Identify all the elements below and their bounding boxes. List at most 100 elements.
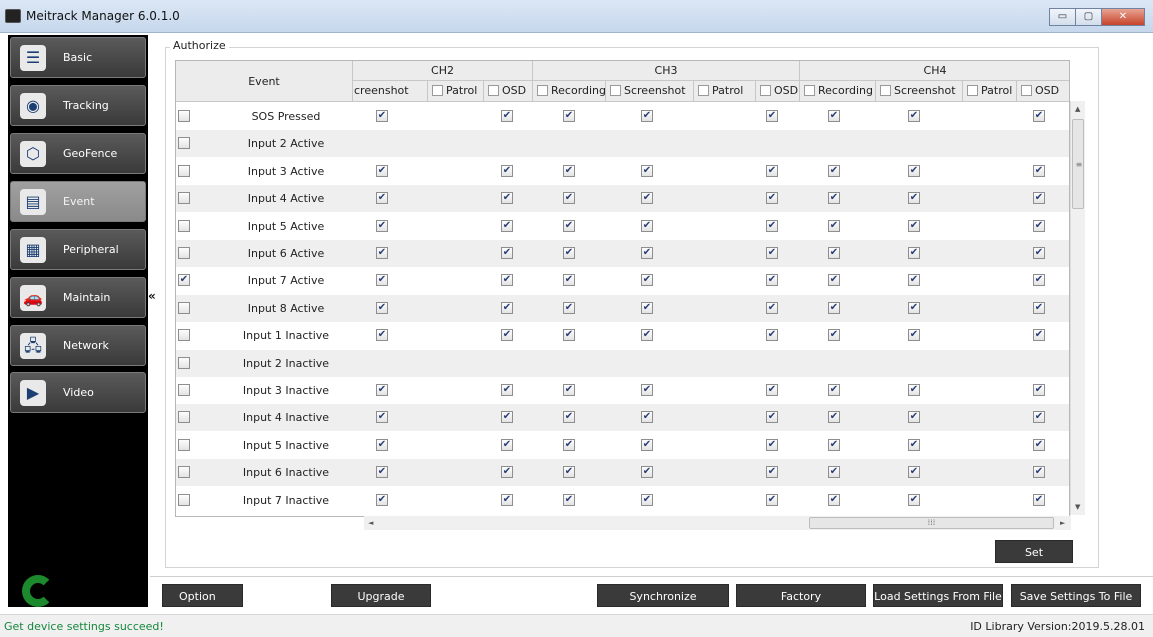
table-row[interactable]: Input 6 Active ✔ ✔ ✔ ✔ ✔ ✔ ✔ ✔	[176, 240, 1069, 267]
permission-checkbox[interactable]: ✔	[766, 110, 778, 122]
sidebar-item-geofence[interactable]: ⬡ GeoFence	[10, 133, 146, 174]
permission-checkbox[interactable]: ✔	[563, 438, 575, 451]
permission-checkbox[interactable]: ✔	[908, 493, 920, 506]
permission-checkbox[interactable]: ✔	[376, 192, 388, 205]
table-row[interactable]: Input 3 Active ✔ ✔ ✔ ✔ ✔ ✔ ✔ ✔	[176, 158, 1069, 185]
table-row[interactable]: Input 5 Inactive ✔ ✔ ✔ ✔ ✔ ✔ ✔ ✔	[176, 432, 1069, 459]
permission-checkbox[interactable]: ✔	[563, 301, 575, 314]
table-row[interactable]: Input 2 Inactive	[176, 349, 1069, 377]
scroll-left-icon[interactable]: ◄	[368, 519, 373, 527]
sidebar-item-tracking[interactable]: ◉ Tracking	[10, 85, 146, 126]
permission-checkbox[interactable]: ✔	[641, 411, 653, 424]
permission-checkbox[interactable]: ✔	[908, 384, 920, 396]
permission-checkbox[interactable]: ✔	[641, 247, 653, 259]
permission-checkbox[interactable]: ✔	[908, 329, 920, 342]
scroll-down-icon[interactable]: ▼	[1075, 503, 1080, 511]
permission-checkbox[interactable]: ✔	[1033, 466, 1045, 479]
option-button[interactable]: Option	[162, 584, 243, 607]
permission-checkbox[interactable]: ✔	[1033, 247, 1045, 259]
table-row[interactable]: ✔ Input 7 Active ✔ ✔ ✔ ✔ ✔ ✔ ✔ ✔	[176, 267, 1069, 294]
permission-checkbox[interactable]: ✔	[641, 301, 653, 314]
permission-checkbox[interactable]: ✔	[908, 219, 920, 232]
table-row[interactable]: Input 6 Inactive ✔ ✔ ✔ ✔ ✔ ✔ ✔ ✔	[176, 459, 1069, 487]
column-header-ch2-patrol[interactable]: Patrol	[428, 81, 484, 102]
permission-checkbox[interactable]: ✔	[376, 438, 388, 451]
permission-checkbox[interactable]: ✔	[908, 466, 920, 479]
permission-checkbox[interactable]: ✔	[641, 164, 653, 177]
permission-checkbox[interactable]: ✔	[766, 438, 778, 451]
permission-checkbox[interactable]: ✔	[501, 247, 513, 259]
upgrade-button[interactable]: Upgrade	[331, 584, 431, 607]
permission-checkbox[interactable]: ✔	[1033, 411, 1045, 424]
select-column-checkbox[interactable]	[488, 85, 499, 96]
permission-checkbox[interactable]: ✔	[641, 438, 653, 451]
column-header-ch4-screenshot[interactable]: Screenshot	[876, 81, 963, 102]
permission-checkbox[interactable]: ✔	[1033, 384, 1045, 396]
select-column-checkbox[interactable]	[1021, 85, 1032, 96]
table-row[interactable]: Input 5 Active ✔ ✔ ✔ ✔ ✔ ✔ ✔ ✔	[176, 213, 1069, 240]
permission-checkbox[interactable]: ✔	[563, 411, 575, 424]
permission-checkbox[interactable]: ✔	[563, 384, 575, 396]
permission-checkbox[interactable]: ✔	[376, 274, 388, 287]
permission-checkbox[interactable]: ✔	[828, 219, 840, 232]
permission-checkbox[interactable]: ✔	[828, 274, 840, 287]
select-column-checkbox[interactable]	[760, 85, 771, 96]
synchronize-parameters-button[interactable]: Synchronize Parameters	[597, 584, 729, 626]
permission-checkbox[interactable]: ✔	[828, 466, 840, 479]
permission-checkbox[interactable]: ✔	[563, 274, 575, 287]
sidebar-item-event[interactable]: ▤ Event	[10, 181, 146, 222]
column-header-ch3-screenshot[interactable]: Screenshot	[606, 81, 694, 102]
collapse-sidebar-button[interactable]: «	[148, 289, 156, 303]
sidebar-item-peripheral[interactable]: ▦ Peripheral	[10, 229, 146, 270]
table-row[interactable]: SOS Pressed ✔ ✔ ✔ ✔ ✔ ✔ ✔ ✔	[176, 103, 1069, 130]
permission-checkbox[interactable]: ✔	[641, 110, 653, 122]
permission-checkbox[interactable]: ✔	[501, 274, 513, 287]
permission-checkbox[interactable]: ✔	[828, 329, 840, 342]
event-column-header[interactable]: Event	[176, 61, 353, 102]
permission-checkbox[interactable]: ✔	[641, 384, 653, 396]
column-header-ch4-patrol[interactable]: Patrol	[963, 81, 1017, 102]
column-header-ch3-recording[interactable]: Recording	[533, 81, 606, 102]
permission-checkbox[interactable]: ✔	[501, 466, 513, 479]
table-row[interactable]: Input 3 Inactive ✔ ✔ ✔ ✔ ✔ ✔ ✔ ✔	[176, 377, 1069, 404]
table-row[interactable]: Input 1 Inactive ✔ ✔ ✔ ✔ ✔ ✔ ✔ ✔	[176, 322, 1069, 349]
permission-checkbox[interactable]: ✔	[828, 247, 840, 259]
table-row[interactable]: Input 4 Active ✔ ✔ ✔ ✔ ✔ ✔ ✔ ✔	[176, 185, 1069, 213]
permission-checkbox[interactable]: ✔	[908, 192, 920, 205]
select-column-checkbox[interactable]	[880, 85, 891, 96]
permission-checkbox[interactable]: ✔	[1033, 274, 1045, 287]
table-row[interactable]: Input 8 Active ✔ ✔ ✔ ✔ ✔ ✔ ✔ ✔	[176, 294, 1069, 322]
scroll-up-icon[interactable]: ▲	[1075, 105, 1080, 113]
permission-checkbox[interactable]: ✔	[766, 164, 778, 177]
permission-checkbox[interactable]: ✔	[1033, 192, 1045, 205]
permission-checkbox[interactable]: ✔	[563, 192, 575, 205]
sidebar-item-maintain[interactable]: 🚗 Maintain	[10, 277, 146, 318]
permission-checkbox[interactable]: ✔	[641, 466, 653, 479]
column-header-ch2-creenshot[interactable]: creenshot	[353, 81, 428, 102]
permission-checkbox[interactable]: ✔	[563, 329, 575, 342]
permission-checkbox[interactable]: ✔	[376, 164, 388, 177]
load-settings-button[interactable]: Load Settings From File	[873, 584, 1003, 607]
permission-checkbox[interactable]: ✔	[908, 411, 920, 424]
permission-checkbox[interactable]: ✔	[766, 247, 778, 259]
permission-checkbox[interactable]: ✔	[376, 411, 388, 424]
permission-checkbox[interactable]: ✔	[908, 247, 920, 259]
column-header-ch4-osd[interactable]: OSD	[1017, 81, 1069, 102]
permission-checkbox[interactable]: ✔	[828, 493, 840, 506]
set-button[interactable]: Set	[995, 540, 1073, 563]
permission-checkbox[interactable]: ✔	[641, 493, 653, 506]
factory-button[interactable]: Factory	[736, 584, 866, 607]
permission-checkbox[interactable]: ✔	[563, 466, 575, 479]
permission-checkbox[interactable]: ✔	[501, 329, 513, 342]
permission-checkbox[interactable]: ✔	[501, 192, 513, 205]
select-column-checkbox[interactable]	[698, 85, 709, 96]
permission-checkbox[interactable]: ✔	[766, 274, 778, 287]
close-button[interactable]: ✕	[1101, 8, 1145, 26]
permission-checkbox[interactable]: ✔	[828, 438, 840, 451]
horizontal-scroll-thumb[interactable]: ⁞⁞⁞	[809, 517, 1054, 529]
permission-checkbox[interactable]: ✔	[766, 493, 778, 506]
table-row[interactable]: Input 7 Inactive ✔ ✔ ✔ ✔ ✔ ✔ ✔ ✔	[176, 487, 1069, 514]
permission-checkbox[interactable]: ✔	[908, 274, 920, 287]
select-column-checkbox[interactable]	[432, 85, 443, 96]
select-column-checkbox[interactable]	[537, 85, 548, 96]
